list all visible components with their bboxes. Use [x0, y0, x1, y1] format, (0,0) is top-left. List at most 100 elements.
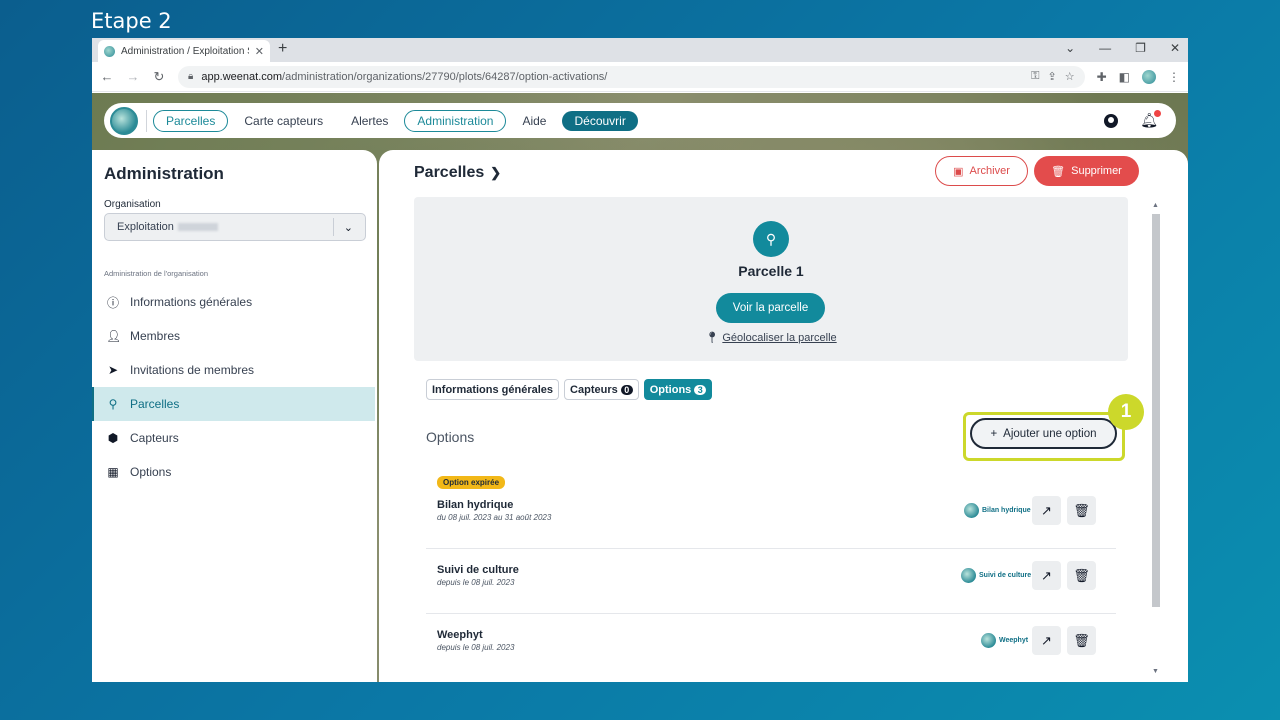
minimize-icon[interactable]: — [1099, 41, 1111, 55]
browser-tab-bar: Administration / Exploitation Sa ✕ + ⌄ —… [92, 38, 1188, 62]
new-tab-icon[interactable]: + [278, 40, 287, 58]
add-option-button[interactable]: + Ajouter une option [970, 418, 1117, 449]
notification-dot [1154, 110, 1161, 117]
sidebar-item-invitations[interactable]: ➤ Invitations de membres [92, 353, 377, 387]
option-date: du 08 juil. 2023 au 31 août 2023 [437, 513, 552, 522]
tab-search-icon[interactable]: ⌄ [1065, 41, 1075, 55]
address-row: ← → ↻ 🔒︎ app.weenat.com/administration/o… [92, 62, 1188, 92]
organisation-select[interactable]: Exploitation ⌄ [104, 213, 366, 241]
sidebar-item-label: Parcelles [130, 397, 180, 411]
nav-carte-capteurs[interactable]: Carte capteurs [232, 111, 335, 131]
delete-button[interactable]: 🗑︎ Supprimer [1034, 156, 1139, 186]
scroll-thumb[interactable] [1152, 214, 1160, 607]
sidebar-item-parcelles[interactable]: ⚲ Parcelles [92, 387, 375, 421]
view-plot-button[interactable]: Voir la parcelle [716, 293, 825, 323]
account-icon[interactable] [1104, 113, 1119, 128]
tab-informations-generales[interactable]: Informations générales [426, 379, 560, 400]
option-name: Weephyt [437, 629, 483, 641]
location-pin-icon: 📍︎ [705, 332, 720, 344]
open-option-button[interactable]: ↗ [1032, 561, 1061, 590]
external-link-icon: ↗ [1041, 502, 1052, 518]
trash-icon: 🗑︎ [1073, 632, 1090, 648]
forward-icon[interactable]: → [126, 69, 140, 84]
send-icon: ➤ [107, 363, 119, 377]
trash-icon: 🗑︎ [1051, 165, 1066, 178]
weenat-logo[interactable] [110, 106, 138, 135]
option-name: Bilan hydrique [437, 499, 514, 511]
nav-aide[interactable]: Aide [510, 111, 558, 131]
chevron-down-icon[interactable]: ⌄ [344, 221, 353, 234]
bookmark-star-icon[interactable]: ☆ [1065, 70, 1075, 83]
archive-icon: ▣ [953, 165, 964, 178]
sidebar-item-options[interactable]: ▦ Options [92, 455, 377, 489]
option-name: Suivi de culture [437, 564, 519, 576]
back-icon[interactable]: ← [100, 69, 114, 84]
lock-icon: 🔒︎ [188, 71, 194, 82]
nav-alertes[interactable]: Alertes [339, 111, 400, 131]
option-brand-name: Bilan hydrique [982, 507, 1031, 514]
maximize-icon[interactable]: ❐ [1135, 41, 1146, 55]
weenat-globe-icon [961, 568, 976, 583]
trash-icon: 🗑︎ [1073, 567, 1090, 583]
plus-icon: + [990, 427, 998, 440]
nav-parcelles[interactable]: Parcelles [153, 109, 229, 132]
favicon-icon [104, 45, 115, 57]
tab-label: Options [649, 383, 692, 396]
browser-tab[interactable]: Administration / Exploitation Sa ✕ [98, 40, 270, 62]
sidebar-item-capteurs[interactable]: ⬢ Capteurs [92, 421, 377, 455]
breadcrumb[interactable]: Parcelles ❯ [414, 164, 501, 182]
options-heading: Options [426, 429, 475, 445]
archive-button[interactable]: ▣ Archiver [935, 156, 1028, 186]
sidebar-item-informations[interactable]: ⓘ Informations générales [92, 285, 377, 319]
extensions-icon[interactable]: ✚ [1097, 70, 1107, 84]
delete-option-button[interactable]: 🗑︎ [1067, 561, 1096, 590]
nav-decouvrir[interactable]: Découvrir [562, 110, 638, 131]
sidebar-title: Administration [104, 164, 224, 183]
tab-options[interactable]: Options 3 [643, 379, 713, 400]
delete-option-button[interactable]: 🗑︎ [1067, 496, 1096, 525]
breadcrumb-parcelles[interactable]: Parcelles [414, 164, 484, 181]
window-controls: ⌄ — ❐ ✕ [1065, 41, 1180, 55]
side-panel-icon[interactable]: ◧ [1119, 70, 1130, 84]
select-divider [332, 218, 334, 236]
address-bar[interactable]: 🔒︎ app.weenat.com/administration/organiz… [178, 65, 1085, 88]
scroll-down-icon[interactable]: ▼ [1152, 668, 1159, 675]
sidebar-item-label: Capteurs [130, 431, 179, 445]
chevron-right-icon: ❯ [490, 165, 502, 180]
weenat-globe-icon [964, 503, 979, 518]
main-scrollbar[interactable]: ▲ ▼ [1151, 202, 1161, 680]
url-host: app.weenat.com [201, 70, 283, 83]
redacted-org-name [177, 223, 218, 231]
organisation-value: Exploitation [117, 221, 174, 233]
open-option-button[interactable]: ↗ [1032, 496, 1061, 525]
option-date: depuis le 08 juil. 2023 [437, 643, 515, 652]
profile-avatar[interactable] [1142, 69, 1156, 84]
plot-name: Parcelle 1 [738, 263, 804, 279]
info-icon: ⓘ [106, 295, 119, 310]
sidebar-item-membres[interactable]: 👤︎ Membres [92, 319, 377, 353]
delete-option-button[interactable]: 🗑︎ [1067, 626, 1096, 655]
reload-icon[interactable]: ↻ [152, 69, 166, 85]
tab-capteurs[interactable]: Capteurs 0 [564, 379, 639, 400]
geolocate-label[interactable]: Géolocaliser la parcelle [722, 332, 836, 344]
close-tab-icon[interactable]: ✕ [255, 45, 264, 58]
external-link-icon: ↗ [1041, 567, 1052, 583]
notifications-bell-icon[interactable]: 🔔︎ [1140, 110, 1161, 129]
option-brand-logo: Suivi de culture [961, 568, 1031, 583]
trash-icon: 🗑︎ [1073, 502, 1090, 518]
url-path: /administration/organizations/27790/plot… [282, 70, 608, 83]
geolocate-link[interactable]: 📍︎ Géolocaliser la parcelle [414, 331, 1128, 344]
nav-administration[interactable]: Administration [404, 109, 507, 132]
close-window-icon[interactable]: ✕ [1170, 41, 1180, 55]
open-option-button[interactable]: ↗ [1032, 626, 1061, 655]
key-icon[interactable]: ⚿ [1031, 70, 1039, 83]
scroll-up-icon[interactable]: ▲ [1152, 202, 1159, 209]
option-brand-name: Weephyt [999, 637, 1029, 644]
share-icon[interactable]: ⇪ [1048, 70, 1057, 83]
tab-label: Capteurs [570, 383, 618, 396]
browser-menu-icon[interactable]: ⋮ [1168, 70, 1180, 84]
external-link-icon: ↗ [1041, 632, 1052, 648]
sensor-icon: ⬢ [107, 431, 119, 445]
tutorial-step-badge: 1 [1108, 394, 1144, 430]
browser-window: Administration / Exploitation Sa ✕ + ⌄ —… [92, 38, 1188, 682]
